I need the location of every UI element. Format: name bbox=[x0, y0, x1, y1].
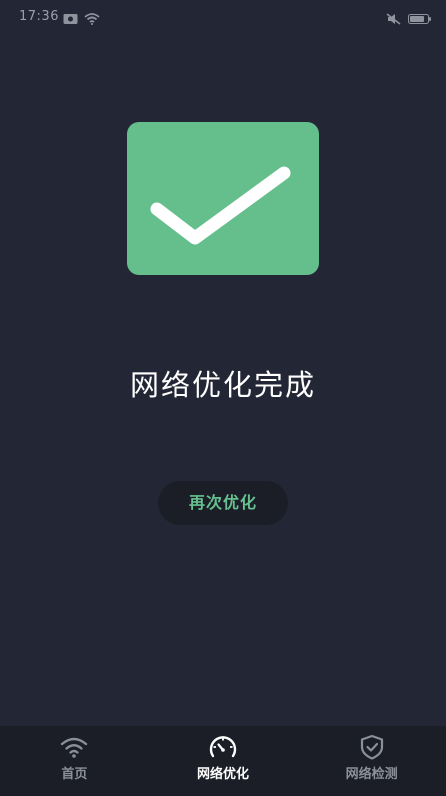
success-card bbox=[127, 122, 319, 275]
nav-label-home: 首页 bbox=[61, 767, 88, 782]
bottom-nav: 首页 网络优化 网络检测 bbox=[0, 726, 446, 796]
speedometer-icon bbox=[208, 734, 238, 760]
reoptimize-button[interactable]: 再次优化 bbox=[158, 481, 288, 525]
notification-icon bbox=[63, 10, 78, 29]
wifi-icon bbox=[59, 734, 89, 760]
wifi-status-icon bbox=[84, 10, 100, 29]
nav-item-home[interactable]: 首页 bbox=[0, 726, 149, 796]
shield-check-icon bbox=[357, 734, 387, 760]
mute-icon bbox=[386, 10, 402, 29]
nav-label-detect: 网络检测 bbox=[345, 767, 398, 782]
nav-label-optimize: 网络优化 bbox=[197, 767, 250, 782]
nav-item-detect[interactable]: 网络检测 bbox=[297, 726, 446, 796]
result-title: 网络优化完成 bbox=[129, 368, 316, 402]
status-bar: 17:36 bbox=[0, 0, 446, 34]
battery-icon bbox=[408, 10, 432, 29]
nav-item-optimize[interactable]: 网络优化 bbox=[149, 726, 298, 796]
checkmark-icon bbox=[150, 166, 291, 245]
status-time: 17:36 bbox=[19, 9, 59, 24]
